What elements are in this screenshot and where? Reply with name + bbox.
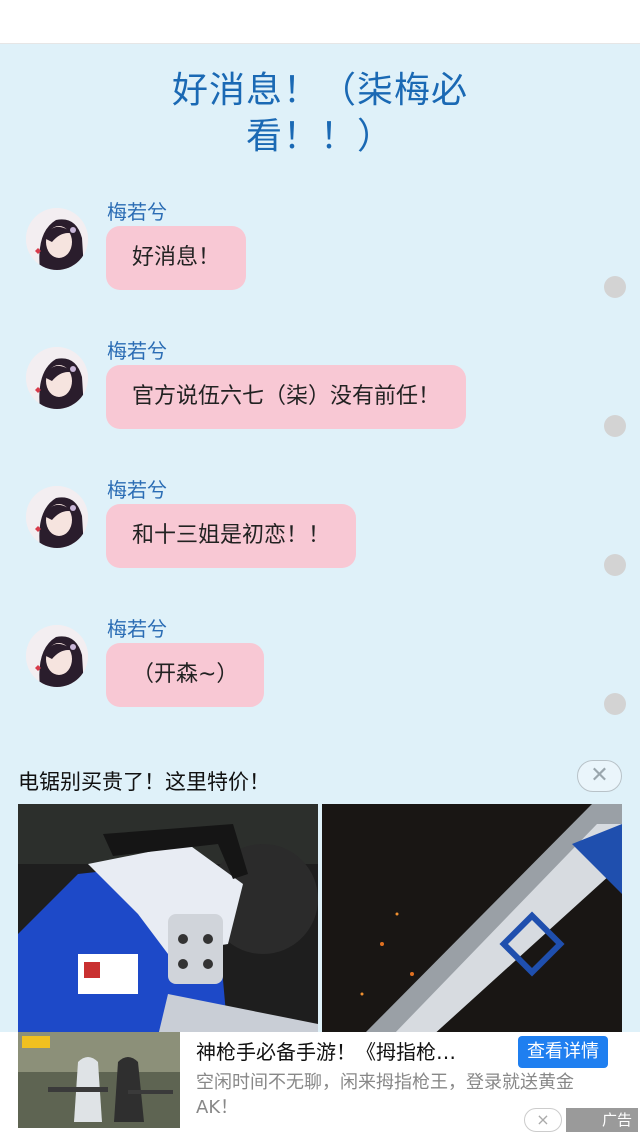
message-status-dot (604, 554, 626, 576)
banner-ad[interactable]: 神枪手必备手游！《拇指枪… 查看详情 空闲时间不无聊，闲来拇指枪王，登录就送黄金… (0, 1032, 640, 1138)
message-bubble: 好消息！ (106, 226, 247, 290)
sender-name: 梅若兮 (107, 478, 167, 502)
ad-close-button[interactable]: ✕ (577, 760, 622, 792)
message-bubble: 和十三姐是初恋！！ (106, 504, 357, 568)
message-bubble: （开森~） (106, 643, 265, 707)
ad-label-badge: 广告 (566, 1108, 638, 1132)
avatar[interactable] (26, 486, 88, 548)
ad-image-chainsaw[interactable] (18, 804, 318, 1036)
avatar[interactable] (26, 208, 88, 270)
chat-message: 梅若兮 官方说伍六七（柒）没有前任！ (0, 335, 640, 455)
message-status-dot (604, 276, 626, 298)
sender-name: 梅若兮 (107, 200, 167, 224)
chat-message: 梅若兮 和十三姐是初恋！！ (0, 474, 640, 594)
top-bar (0, 0, 640, 44)
ad-image-chain-bar[interactable] (322, 804, 622, 1036)
avatar[interactable] (26, 625, 88, 687)
banner-close-button[interactable]: × (524, 1108, 562, 1132)
ad-title[interactable]: 电锯别买贵了！这里特价！ (18, 766, 270, 796)
avatar[interactable] (26, 347, 88, 409)
close-icon: ✕ (590, 763, 609, 788)
sender-name: 梅若兮 (107, 617, 167, 641)
ad-game-thumbnail[interactable] (18, 1032, 180, 1128)
message-bubble: 官方说伍六七（柒）没有前任！ (106, 365, 467, 429)
message-status-dot (604, 415, 626, 437)
sender-name: 梅若兮 (107, 339, 167, 363)
view-details-button[interactable]: 查看详情 (518, 1036, 608, 1068)
chat-page[interactable]: 好消息！（柒梅必看！！） 梅若兮 好消息！ 梅若兮 官方说伍六七（柒）没有前任！… (0, 44, 640, 1138)
chat-message: 梅若兮 （开森~） (0, 613, 640, 733)
message-status-dot (604, 693, 626, 715)
page-title: 好消息！（柒梅必看！！） (171, 70, 468, 157)
chat-message: 梅若兮 好消息！ (0, 196, 640, 316)
banner-ad-title[interactable]: 神枪手必备手游！《拇指枪… (196, 1036, 506, 1065)
